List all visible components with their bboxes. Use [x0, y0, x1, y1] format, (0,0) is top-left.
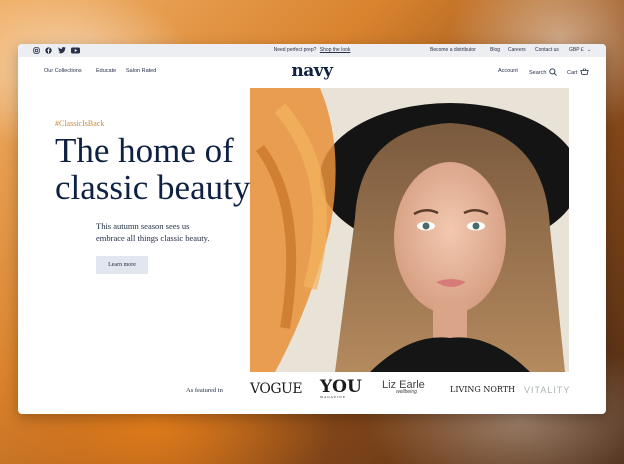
brand-logo-liz-earle: Liz Earle wellbeing [382, 379, 425, 395]
brand-logo-living-north: LIVING NORTH [450, 385, 516, 394]
search-button[interactable]: Search [529, 68, 557, 76]
search-label: Search [529, 70, 547, 76]
main-navigation: Our Collections Educate Salon Rated navy… [18, 57, 606, 87]
portrait-illustration [250, 88, 569, 372]
hero-title-line-2: classic beauty [55, 168, 251, 207]
hero-subtitle: This autumn season sees us embrace all t… [96, 220, 256, 244]
shop-the-look-link[interactable]: Shop the look [320, 47, 351, 53]
announcement-bar: Need perfect prep? Shop the look Become … [18, 44, 606, 57]
brand-logo-you-sub: MAGAZINE [320, 395, 346, 399]
careers-link[interactable]: Careers [508, 47, 526, 53]
contact-us-link[interactable]: Contact us [535, 47, 559, 53]
cart-button[interactable]: Cart [567, 68, 589, 76]
cart-label: Cart [567, 70, 578, 76]
search-icon [549, 68, 557, 76]
browser-window: Need perfect prep? Shop the look Become … [18, 44, 606, 414]
chevron-down-icon: ⌄ [587, 47, 592, 53]
currency-selector[interactable]: GBP £ ⌄ [569, 47, 591, 53]
brand-logo-vogue: VOGUE [250, 381, 303, 397]
hero-title-line-1: The home of [55, 131, 234, 170]
hero-title: The home of classic beauty [55, 132, 250, 206]
brand-logo-vitality: VITALITY [524, 385, 571, 395]
brand-logo-you-text: YOU [320, 377, 362, 397]
hero-subtitle-line-2: embrace all things classic beauty. [96, 233, 210, 243]
hero-image [250, 88, 569, 372]
brand-logo-you: YOU MAGAZINE [320, 377, 362, 399]
blog-link[interactable]: Blog [490, 47, 500, 53]
account-link[interactable]: Account [498, 68, 518, 74]
brand-logo-liz-earle-sub: wellbeing [396, 389, 417, 395]
promo-text: Need perfect prep? [273, 47, 317, 53]
hero-tag: #ClassicIsBack [55, 119, 105, 128]
cart-icon [580, 68, 589, 75]
hero-subtitle-line-1: This autumn season sees us [96, 221, 190, 231]
currency-label: GBP £ [569, 47, 584, 53]
featured-label: As featured in [186, 387, 223, 394]
become-distributor-link[interactable]: Become a distributor [430, 47, 476, 53]
learn-more-button[interactable]: Learn more [96, 256, 148, 274]
